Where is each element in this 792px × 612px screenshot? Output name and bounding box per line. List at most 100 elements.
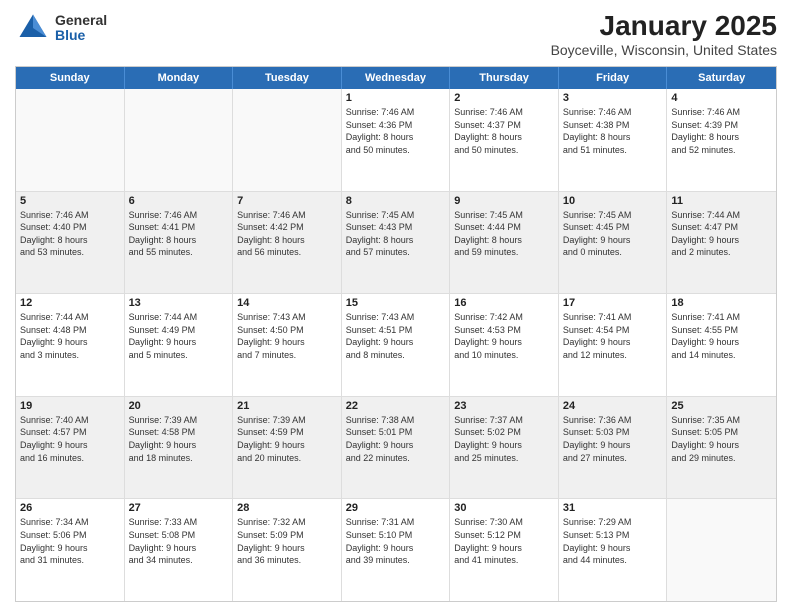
- cell-date: 20: [129, 400, 229, 412]
- calendar-cell: [667, 499, 776, 601]
- calendar-cell: 19Sunrise: 7:40 AM Sunset: 4:57 PM Dayli…: [16, 397, 125, 499]
- cell-date: 18: [671, 297, 772, 309]
- day-name-thursday: Thursday: [450, 67, 559, 89]
- page-subtitle: Boyceville, Wisconsin, United States: [551, 42, 777, 58]
- header: General Blue January 2025 Boyceville, Wi…: [15, 10, 777, 58]
- calendar-row-3: 19Sunrise: 7:40 AM Sunset: 4:57 PM Dayli…: [16, 396, 776, 499]
- calendar-row-4: 26 Sunrise: 7:34 AM Sunset: 5:06 PM Dayli…: [16, 498, 776, 601]
- cell-date: 22: [346, 400, 446, 412]
- cell-info: Sunrise: 7:40 AM Sunset: 4:57 PM Dayligh…: [20, 414, 120, 464]
- logo-general-text: General: [55, 13, 107, 28]
- cell-info: Sunrise: 7:41 AM Sunset: 4:55 PM Dayligh…: [671, 311, 772, 361]
- cell-info: Sunrise: 7:32 AM Sunset: 5:09 PM Dayligh…: [237, 516, 337, 566]
- calendar-cell: 9Sunrise: 7:45 AM Sunset: 4:44 PM Daylig…: [450, 192, 559, 294]
- calendar-cell: 24 Sunrise: 7:36 AM Sunset: 5:03 PM Dayli…: [559, 397, 668, 499]
- cell-date: 26: [20, 502, 120, 514]
- cell-date: 3: [563, 92, 663, 104]
- calendar: SundayMondayTuesdayWednesdayThursdayFrid…: [15, 66, 777, 602]
- calendar-cell: 18 Sunrise: 7:41 AM Sunset: 4:55 PM Dayli…: [667, 294, 776, 396]
- cell-info: Sunrise: 7:42 AM Sunset: 4:53 PM Dayligh…: [454, 311, 554, 361]
- cell-date: 12: [20, 297, 120, 309]
- day-name-saturday: Saturday: [667, 67, 776, 89]
- logo-blue-text: Blue: [55, 28, 107, 43]
- cell-date: 13: [129, 297, 229, 309]
- calendar-body: 1Sunrise: 7:46 AM Sunset: 4:36 PM Daylig…: [16, 89, 776, 601]
- cell-info: Sunrise: 7:34 AM Sunset: 5:06 PM Dayligh…: [20, 516, 120, 566]
- cell-date: 17: [563, 297, 663, 309]
- cell-info: Sunrise: 7:46 AM Sunset: 4:40 PM Dayligh…: [20, 209, 120, 259]
- cell-date: 29: [346, 502, 446, 514]
- cell-info: Sunrise: 7:43 AM Sunset: 4:50 PM Dayligh…: [237, 311, 337, 361]
- calendar-cell: 14 Sunrise: 7:43 AM Sunset: 4:50 PM Dayli…: [233, 294, 342, 396]
- calendar-cell: [233, 89, 342, 191]
- day-name-monday: Monday: [125, 67, 234, 89]
- calendar-cell: 15Sunrise: 7:43 AM Sunset: 4:51 PM Dayli…: [342, 294, 451, 396]
- cell-date: 25: [671, 400, 772, 412]
- cell-info: Sunrise: 7:46 AM Sunset: 4:36 PM Dayligh…: [346, 106, 446, 156]
- cell-info: Sunrise: 7:30 AM Sunset: 5:12 PM Dayligh…: [454, 516, 554, 566]
- calendar-cell: 23Sunrise: 7:37 AM Sunset: 5:02 PM Dayli…: [450, 397, 559, 499]
- cell-date: 10: [563, 195, 663, 207]
- page: General Blue January 2025 Boyceville, Wi…: [0, 0, 792, 612]
- cell-info: Sunrise: 7:45 AM Sunset: 4:43 PM Dayligh…: [346, 209, 446, 259]
- calendar-row-2: 12 Sunrise: 7:44 AM Sunset: 4:48 PM Dayli…: [16, 293, 776, 396]
- day-name-sunday: Sunday: [16, 67, 125, 89]
- calendar-cell: 6Sunrise: 7:46 AM Sunset: 4:41 PM Daylig…: [125, 192, 234, 294]
- calendar-cell: 22 Sunrise: 7:38 AM Sunset: 5:01 PM Dayli…: [342, 397, 451, 499]
- day-name-tuesday: Tuesday: [233, 67, 342, 89]
- cell-info: Sunrise: 7:46 AM Sunset: 4:37 PM Dayligh…: [454, 106, 554, 156]
- cell-info: Sunrise: 7:31 AM Sunset: 5:10 PM Dayligh…: [346, 516, 446, 566]
- cell-date: 5: [20, 195, 120, 207]
- calendar-cell: 20 Sunrise: 7:39 AM Sunset: 4:58 PM Dayli…: [125, 397, 234, 499]
- cell-info: Sunrise: 7:45 AM Sunset: 4:45 PM Dayligh…: [563, 209, 663, 259]
- cell-date: 2: [454, 92, 554, 104]
- cell-date: 21: [237, 400, 337, 412]
- cell-date: 23: [454, 400, 554, 412]
- calendar-header: SundayMondayTuesdayWednesdayThursdayFrid…: [16, 67, 776, 89]
- cell-date: 16: [454, 297, 554, 309]
- calendar-cell: [125, 89, 234, 191]
- cell-date: 30: [454, 502, 554, 514]
- cell-date: 8: [346, 195, 446, 207]
- cell-date: 14: [237, 297, 337, 309]
- calendar-cell: 7Sunrise: 7:46 AM Sunset: 4:42 PM Daylig…: [233, 192, 342, 294]
- cell-info: Sunrise: 7:33 AM Sunset: 5:08 PM Dayligh…: [129, 516, 229, 566]
- logo-text: General Blue: [55, 13, 107, 44]
- cell-info: Sunrise: 7:38 AM Sunset: 5:01 PM Dayligh…: [346, 414, 446, 464]
- calendar-cell: [16, 89, 125, 191]
- calendar-row-0: 1Sunrise: 7:46 AM Sunset: 4:36 PM Daylig…: [16, 89, 776, 191]
- cell-info: Sunrise: 7:46 AM Sunset: 4:38 PM Dayligh…: [563, 106, 663, 156]
- calendar-cell: 5 Sunrise: 7:46 AM Sunset: 4:40 PM Daylig…: [16, 192, 125, 294]
- cell-info: Sunrise: 7:39 AM Sunset: 4:59 PM Dayligh…: [237, 414, 337, 464]
- cell-date: 24: [563, 400, 663, 412]
- calendar-cell: 13 Sunrise: 7:44 AM Sunset: 4:49 PM Dayli…: [125, 294, 234, 396]
- cell-info: Sunrise: 7:44 AM Sunset: 4:48 PM Dayligh…: [20, 311, 120, 361]
- day-name-friday: Friday: [559, 67, 668, 89]
- title-block: January 2025 Boyceville, Wisconsin, Unit…: [551, 10, 777, 58]
- calendar-cell: 30 Sunrise: 7:30 AM Sunset: 5:12 PM Dayli…: [450, 499, 559, 601]
- calendar-cell: 17 Sunrise: 7:41 AM Sunset: 4:54 PM Dayli…: [559, 294, 668, 396]
- cell-info: Sunrise: 7:44 AM Sunset: 4:47 PM Dayligh…: [671, 209, 772, 259]
- calendar-cell: 2 Sunrise: 7:46 AM Sunset: 4:37 PM Daylig…: [450, 89, 559, 191]
- cell-date: 11: [671, 195, 772, 207]
- cell-info: Sunrise: 7:36 AM Sunset: 5:03 PM Dayligh…: [563, 414, 663, 464]
- calendar-cell: 8 Sunrise: 7:45 AM Sunset: 4:43 PM Daylig…: [342, 192, 451, 294]
- cell-date: 4: [671, 92, 772, 104]
- calendar-cell: 1Sunrise: 7:46 AM Sunset: 4:36 PM Daylig…: [342, 89, 451, 191]
- cell-info: Sunrise: 7:39 AM Sunset: 4:58 PM Dayligh…: [129, 414, 229, 464]
- calendar-cell: 25 Sunrise: 7:35 AM Sunset: 5:05 PM Dayli…: [667, 397, 776, 499]
- page-title: January 2025: [551, 10, 777, 42]
- calendar-cell: 21 Sunrise: 7:39 AM Sunset: 4:59 PM Dayli…: [233, 397, 342, 499]
- calendar-row-1: 5 Sunrise: 7:46 AM Sunset: 4:40 PM Daylig…: [16, 191, 776, 294]
- calendar-cell: 28Sunrise: 7:32 AM Sunset: 5:09 PM Dayli…: [233, 499, 342, 601]
- cell-info: Sunrise: 7:45 AM Sunset: 4:44 PM Dayligh…: [454, 209, 554, 259]
- calendar-cell: 27Sunrise: 7:33 AM Sunset: 5:08 PM Dayli…: [125, 499, 234, 601]
- calendar-cell: 26 Sunrise: 7:34 AM Sunset: 5:06 PM Dayli…: [16, 499, 125, 601]
- calendar-cell: 11 Sunrise: 7:44 AM Sunset: 4:47 PM Dayli…: [667, 192, 776, 294]
- calendar-cell: 10 Sunrise: 7:45 AM Sunset: 4:45 PM Dayli…: [559, 192, 668, 294]
- cell-info: Sunrise: 7:41 AM Sunset: 4:54 PM Dayligh…: [563, 311, 663, 361]
- cell-info: Sunrise: 7:44 AM Sunset: 4:49 PM Dayligh…: [129, 311, 229, 361]
- calendar-cell: 31Sunrise: 7:29 AM Sunset: 5:13 PM Dayli…: [559, 499, 668, 601]
- cell-info: Sunrise: 7:46 AM Sunset: 4:39 PM Dayligh…: [671, 106, 772, 156]
- cell-info: Sunrise: 7:35 AM Sunset: 5:05 PM Dayligh…: [671, 414, 772, 464]
